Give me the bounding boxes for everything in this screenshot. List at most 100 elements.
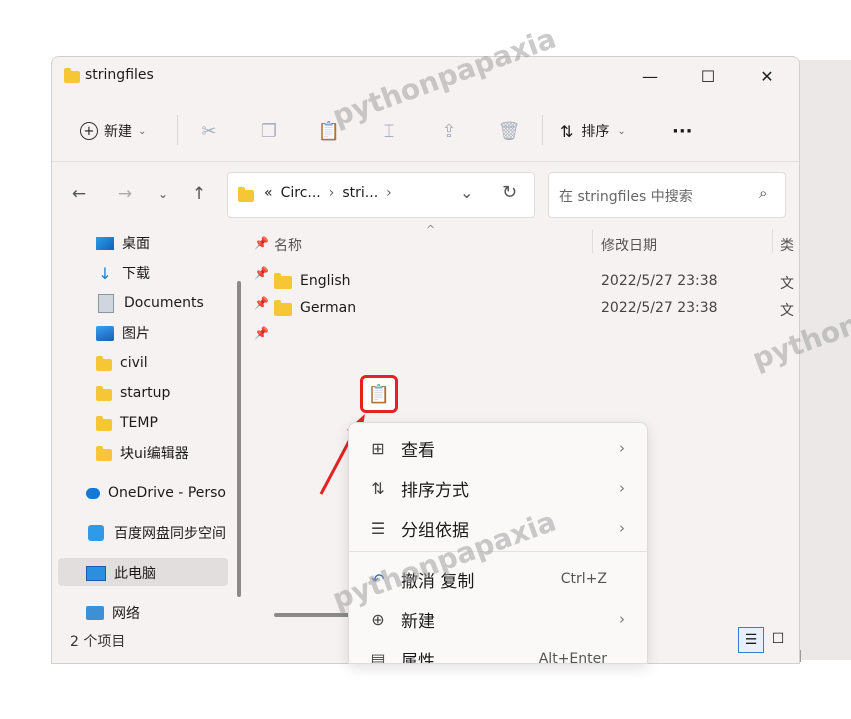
documents-icon bbox=[98, 293, 114, 313]
details-view-icon[interactable]: ☰ bbox=[738, 627, 764, 653]
file-name: German bbox=[300, 300, 357, 316]
folder-icon bbox=[274, 300, 292, 316]
new-icon: ⊕ bbox=[371, 609, 385, 629]
desktop-icon bbox=[96, 236, 114, 250]
chevron-right-icon: › bbox=[619, 519, 625, 537]
breadcrumb-item[interactable]: Circ... bbox=[281, 185, 321, 201]
sidebar-item-pictures[interactable]: 图片 📌 bbox=[96, 319, 269, 347]
menu-shortcut: Ctrl+Z bbox=[560, 571, 607, 587]
download-icon: ↓ bbox=[98, 263, 112, 283]
pin-icon[interactable]: 📌 bbox=[254, 296, 269, 310]
folder-icon bbox=[64, 68, 80, 83]
pictures-icon bbox=[96, 325, 114, 341]
sidebar-item-startup[interactable]: startup bbox=[96, 379, 170, 407]
file-row[interactable]: German bbox=[274, 296, 356, 320]
sidebar-item-desktop[interactable]: 桌面 📌 bbox=[96, 229, 269, 257]
address-bar[interactable]: « Circ... › stri... › ⌄ ↻ bbox=[227, 172, 535, 218]
column-header-type[interactable]: 类 bbox=[780, 235, 794, 255]
column-header-date[interactable]: 修改日期 bbox=[601, 235, 657, 255]
sort-indicator-icon: ^ bbox=[426, 223, 436, 236]
menu-shortcut: Alt+Enter bbox=[538, 651, 607, 664]
pin-icon[interactable]: 📌 bbox=[254, 236, 269, 250]
sidebar-item-civil[interactable]: civil bbox=[96, 349, 148, 377]
folder-icon bbox=[96, 415, 112, 431]
column-divider[interactable] bbox=[592, 229, 593, 253]
sidebar-item-this-pc[interactable]: 此电脑 bbox=[86, 559, 156, 587]
column-header-name[interactable]: 名称 bbox=[274, 235, 302, 255]
chevron-right-icon: › bbox=[619, 439, 625, 457]
file-date: 2022/5/27 23:38 bbox=[601, 300, 718, 316]
file-name: English bbox=[300, 273, 351, 289]
chevron-right-icon: › bbox=[619, 610, 625, 628]
sidebar-item-label: 桌面 bbox=[122, 236, 150, 252]
sidebar-item-label: OneDrive - Perso bbox=[108, 485, 226, 501]
plus-circle-icon: + bbox=[80, 122, 98, 140]
group-icon: ☰ bbox=[370, 518, 386, 538]
search-input[interactable]: 在 stringfiles 中搜索 bbox=[559, 186, 693, 206]
paste-icon[interactable]: 📋 bbox=[360, 375, 398, 413]
menu-item-properties[interactable]: ▤ 属性 Alt+Enter bbox=[349, 639, 647, 664]
baidu-icon bbox=[88, 525, 104, 541]
minimize-button[interactable]: — bbox=[627, 57, 673, 95]
delete-icon[interactable]: 🗑 bbox=[495, 117, 523, 145]
breadcrumb-chevron-icon: › bbox=[328, 185, 335, 201]
close-button[interactable]: ✕ bbox=[744, 57, 790, 95]
sidebar-item-label: Documents bbox=[124, 295, 204, 311]
column-divider[interactable] bbox=[772, 229, 773, 253]
menu-item-label: 查看 bbox=[401, 440, 435, 461]
menu-item-label: 属性 bbox=[401, 651, 435, 664]
search-icon[interactable]: ⌕ bbox=[759, 184, 767, 202]
more-options-button[interactable]: ··· bbox=[672, 117, 693, 145]
rename-icon[interactable]: ⌶ bbox=[375, 117, 403, 145]
new-button-label: 新建 bbox=[104, 124, 132, 140]
file-type: 文 bbox=[780, 276, 794, 292]
sidebar-scrollbar[interactable] bbox=[237, 281, 241, 597]
maximize-button[interactable]: ☐ bbox=[685, 57, 731, 95]
sidebar-item-onedrive[interactable]: OneDrive - Perso bbox=[86, 479, 226, 507]
breadcrumb-overflow[interactable]: « bbox=[264, 185, 273, 201]
sidebar-item-label: TEMP bbox=[120, 415, 158, 431]
address-dropdown-icon[interactable]: ⌄ bbox=[460, 183, 473, 202]
status-item-count: 2 个项目 bbox=[70, 634, 126, 650]
large-icons-view-icon[interactable]: ☐ bbox=[766, 627, 790, 651]
sidebar-item-baidu[interactable]: 百度网盘同步空间 bbox=[86, 519, 228, 547]
forward-icon[interactable]: → bbox=[110, 177, 140, 211]
chevron-down-icon: ⌄ bbox=[617, 125, 626, 137]
sidebar-item-network[interactable]: 网络 bbox=[86, 599, 140, 627]
new-button[interactable]: + 新建 ⌄ bbox=[80, 117, 146, 145]
menu-item-label: 排序方式 bbox=[401, 480, 469, 501]
menu-item-new[interactable]: ⊕ 新建 › bbox=[349, 599, 647, 639]
sidebar-item-downloads[interactable]: ↓ 下载 📌 bbox=[96, 259, 269, 287]
up-icon[interactable]: ↑ bbox=[184, 177, 214, 211]
sidebar-item-documents[interactable]: Documents 📌 bbox=[96, 289, 269, 317]
menu-item-label: 新建 bbox=[401, 611, 435, 632]
toolbar-separator bbox=[177, 115, 178, 145]
breadcrumb-item[interactable]: stri... bbox=[342, 185, 378, 201]
sort-button-label: 排序 bbox=[581, 124, 610, 140]
sidebar-item-label: 网络 bbox=[112, 606, 140, 622]
sort-button[interactable]: ⇅ 排序 ⌄ bbox=[560, 117, 626, 145]
view-grid-icon: ⊞ bbox=[371, 438, 385, 458]
sidebar-item-temp[interactable]: TEMP bbox=[96, 409, 158, 437]
menu-item-view[interactable]: ⊞ 查看 › bbox=[349, 428, 647, 468]
sidebar-item-label: 下载 bbox=[122, 266, 150, 282]
refresh-icon[interactable]: ↻ bbox=[502, 182, 517, 203]
network-icon bbox=[86, 606, 104, 620]
copy-icon[interactable]: ❐ bbox=[255, 117, 283, 145]
folder-icon bbox=[96, 385, 112, 401]
cut-icon[interactable]: ✂ bbox=[195, 117, 223, 145]
sidebar-item-block-ui-editor[interactable]: 块ui编辑器 bbox=[96, 439, 189, 467]
onedrive-icon bbox=[86, 487, 101, 499]
recent-dropdown-icon[interactable]: ⌄ bbox=[148, 177, 178, 211]
properties-icon: ▤ bbox=[370, 649, 386, 664]
pin-icon[interactable]: 📌 bbox=[254, 266, 269, 280]
file-row[interactable]: English bbox=[274, 269, 351, 293]
menu-item-sort-by[interactable]: ⇅ 排序方式 › bbox=[349, 468, 647, 508]
back-icon[interactable]: ← bbox=[64, 177, 94, 211]
search-box[interactable]: 在 stringfiles 中搜索 ⌕ bbox=[548, 172, 786, 218]
pin-icon[interactable]: 📌 bbox=[254, 326, 269, 340]
sort-icon: ⇅ bbox=[371, 478, 385, 498]
share-icon[interactable]: ⇪ bbox=[435, 117, 463, 145]
window-title: stringfiles bbox=[85, 67, 154, 83]
breadcrumb: « Circ... › stri... › bbox=[264, 185, 392, 201]
